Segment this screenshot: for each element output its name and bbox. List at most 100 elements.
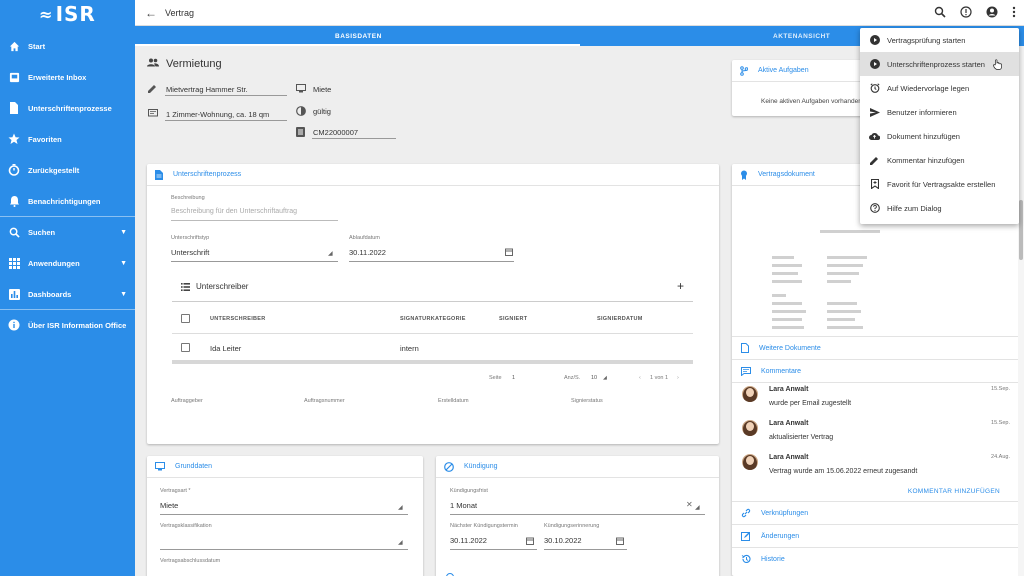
star-icon	[8, 133, 20, 145]
card-header: Grunddaten	[147, 456, 423, 478]
links-row[interactable]: Verknüpfungen	[732, 501, 1020, 524]
pencil-icon	[148, 84, 157, 95]
horizontal-scrollbar[interactable]	[172, 360, 693, 364]
number-icon	[296, 127, 305, 139]
menu-item-label: Kommentar hinzufügen	[887, 155, 965, 165]
tasks-empty-text: Keine aktiven Aufgaben vorhanden	[761, 98, 862, 105]
column-header[interactable]: SIGNIERT	[499, 316, 527, 322]
column-header[interactable]: UNTERSCHREIBER	[210, 316, 266, 322]
menu-item-benutzer-informieren[interactable]: Benutzer informieren	[860, 100, 1019, 124]
clear-icon[interactable]: ✕	[686, 500, 693, 509]
field-label: Vertragsabschlussdatum	[160, 558, 221, 564]
calendar-icon[interactable]	[526, 537, 534, 547]
pager-page-input[interactable]: 1	[512, 375, 515, 381]
contract-type-select[interactable]: Miete	[160, 501, 178, 510]
account-circle-icon[interactable]	[986, 6, 998, 20]
signature-type-select[interactable]: Unterschrift	[171, 248, 209, 257]
prev-page-icon[interactable]: ‹	[639, 375, 641, 381]
certificate-icon	[740, 170, 748, 180]
sidebar-item-favoriten[interactable]: Favoriten	[0, 126, 135, 152]
contract-number-field[interactable]: CM22000007	[313, 128, 358, 137]
select-all-checkbox[interactable]	[181, 314, 190, 323]
classification-select[interactable]	[160, 549, 408, 550]
comment-date: 15.Sep.	[991, 386, 1010, 392]
next-page-icon[interactable]: ›	[677, 375, 679, 381]
back-arrow-icon[interactable]: ←	[145, 6, 157, 20]
sidebar-item-suchen[interactable]: Suchen ▼	[0, 219, 135, 245]
sidebar-item-unterschriftenprozesse[interactable]: Unterschriftenprozesse	[0, 95, 135, 121]
add-signer-button[interactable]: +	[677, 279, 684, 293]
dropdown-arrow-icon[interactable]: ◢	[695, 504, 700, 511]
dropdown-arrow-icon[interactable]: ◢	[398, 539, 403, 546]
sidebar-item-label: Dashboards	[28, 289, 72, 299]
dropdown-arrow-icon[interactable]: ◢	[603, 375, 607, 381]
sidebar-item-start[interactable]: Start	[0, 33, 135, 59]
menu-item-unterschriftenprozess[interactable]: Unterschriftenprozess starten	[860, 52, 1019, 76]
column-header[interactable]: SIGNATURKATEGORIE	[400, 316, 466, 322]
description-input[interactable]: Beschreibung für den Unterschriftauftrag	[171, 208, 297, 215]
menu-item-kommentar-hinzufuegen[interactable]: Kommentar hinzufügen	[860, 148, 1019, 172]
field-underline	[450, 514, 705, 515]
card-title: Grunddaten	[175, 463, 212, 470]
scrollbar-thumb[interactable]	[1019, 200, 1023, 260]
menu-item-dokument-hinzufuegen[interactable]: Dokument hinzufügen	[860, 124, 1019, 148]
comment-box-icon	[148, 109, 158, 120]
document-icon	[155, 169, 163, 180]
history-icon	[741, 554, 751, 564]
menu-item-favorit-erstellen[interactable]: Favorit für Vertragsakte erstellen	[860, 172, 1019, 196]
logo-text: ISR	[55, 2, 96, 26]
tab-basisdaten[interactable]: BASISDATEN	[335, 33, 382, 40]
card-header: Unterschriftenprozess	[147, 164, 719, 186]
reminder-date-input[interactable]: 30.10.2022	[544, 536, 582, 545]
menu-item-wiedervorlage[interactable]: Auf Wiedervorlage legen	[860, 76, 1019, 100]
menu-item-vertragspruefung[interactable]: Vertragsprüfung starten	[860, 28, 1019, 52]
sidebar-item-label: Start	[28, 41, 46, 51]
sidebar-item-ueber[interactable]: Über ISR Information Office	[0, 312, 135, 338]
calendar-icon[interactable]	[616, 537, 624, 547]
row-checkbox[interactable]	[181, 343, 190, 352]
column-header[interactable]: SIGNIERDATUM	[597, 316, 643, 322]
comment-text: Vertrag wurde am 15.06.2022 erneut zuges…	[769, 468, 918, 475]
top-app-bar: ← Vertrag	[135, 0, 1024, 26]
document-panel: Vertragsdokument Weitere Dokumente Komme…	[732, 164, 1020, 576]
tab-aktenansicht[interactable]: AKTENANSICHT	[773, 33, 830, 40]
contract-description-field[interactable]: 1 Zimmer-Wohnung, ca. 18 qm	[166, 110, 269, 119]
contract-type-value: Miete	[313, 85, 332, 94]
dropdown-arrow-icon[interactable]: ◢	[398, 504, 403, 511]
field-label: Auftraggeber	[171, 398, 203, 404]
avatar	[742, 454, 758, 470]
more-vert-icon[interactable]	[1012, 6, 1016, 20]
dropdown-arrow-icon[interactable]: ◢	[328, 250, 333, 257]
pager-count-select[interactable]: 10	[591, 375, 597, 381]
search-icon[interactable]	[934, 6, 946, 20]
add-comment-button[interactable]: KOMMENTAR HINZUFÜGEN	[908, 488, 1000, 495]
expiry-date-input[interactable]: 30.11.2022	[349, 248, 386, 257]
page-title: Vertrag	[165, 7, 195, 18]
comments-header[interactable]: Kommentare	[732, 359, 1020, 382]
grunddaten-card: Grunddaten Vertragsart * Miete ◢ Vertrag…	[147, 456, 423, 576]
isr-logo[interactable]: ≈ ISR	[0, 0, 135, 28]
more-documents-row[interactable]: Weitere Dokumente	[732, 336, 1020, 359]
alert-circle-icon[interactable]	[960, 6, 972, 20]
sidebar-item-benachrichtigungen[interactable]: Benachrichtigungen	[0, 188, 135, 214]
sidebar-item-zurueckgestellt[interactable]: Zurückgestellt	[0, 157, 135, 183]
search-icon	[8, 226, 20, 238]
history-row[interactable]: Historie	[732, 547, 1020, 570]
contract-name-field[interactable]: Mietvertrag Hammer Str.	[166, 85, 248, 94]
next-termination-date-input[interactable]: 30.11.2022	[450, 536, 487, 545]
menu-item-hilfe[interactable]: Hilfe zum Dialog	[860, 196, 1019, 220]
changes-label: Änderungen	[761, 532, 800, 540]
field-label: Ablaufdatum	[349, 235, 380, 241]
sidebar-item-dashboards[interactable]: Dashboards ▼	[0, 281, 135, 307]
document-outline-icon	[741, 343, 749, 353]
menu-item-label: Unterschriftenprozess starten	[887, 59, 985, 69]
card-title: Unterschriftenprozess	[173, 171, 242, 178]
calendar-icon[interactable]	[505, 248, 513, 258]
sidebar-item-anwendungen[interactable]: Anwendungen ▼	[0, 250, 135, 276]
comment-text: wurde per Email zugestellt	[769, 400, 852, 407]
field-underline	[312, 138, 396, 139]
sidebar-item-inbox[interactable]: Erweiterte Inbox	[0, 64, 135, 90]
notice-period-select[interactable]: 1 Monat	[450, 501, 477, 510]
contract-title: Vermietung	[166, 58, 222, 70]
changes-row[interactable]: Änderungen	[732, 524, 1020, 547]
